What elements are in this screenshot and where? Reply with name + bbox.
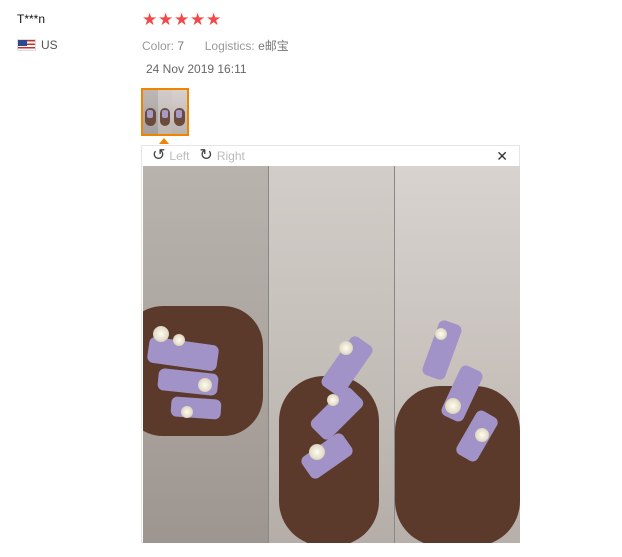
star-icon: ★ <box>206 10 222 29</box>
country-label: US <box>41 38 58 52</box>
rotate-left-button[interactable]: ↺ Left <box>152 148 189 164</box>
color-value: 7 <box>177 39 185 53</box>
logistics-label: Logistics: <box>204 39 255 53</box>
reviewer-country: US <box>17 38 58 52</box>
photo-panel-left <box>143 166 269 543</box>
review-photo <box>143 166 520 543</box>
photo-panel-middle <box>269 166 395 543</box>
photo-viewer: ↺ Left ↻ Right ✕ <box>141 145 520 543</box>
thumbnail-pointer <box>159 138 169 144</box>
close-icon[interactable]: ✕ <box>496 148 508 164</box>
rotate-left-label: Left <box>169 149 190 163</box>
logistics-value: e邮宝 <box>258 39 289 53</box>
star-icon: ★ <box>174 10 190 29</box>
order-attributes: Color: 7 Logistics: e邮宝 <box>142 37 289 54</box>
star-rating: ★ ★ ★ ★ ★ <box>142 10 221 29</box>
reviewer-name: T***n <box>17 12 46 26</box>
review-date: 24 Nov 2019 16:11 <box>146 62 247 76</box>
color-label: Color: <box>142 39 175 53</box>
rotate-right-icon: ↻ <box>199 147 213 164</box>
photo-panel-right <box>395 166 520 543</box>
rotate-left-icon: ↺ <box>152 147 166 164</box>
star-icon: ★ <box>158 10 174 29</box>
review-photo-thumbnail[interactable] <box>141 88 189 136</box>
star-icon: ★ <box>190 10 206 29</box>
star-icon: ★ <box>142 10 158 29</box>
rotate-right-label: Right <box>216 149 245 163</box>
us-flag-icon <box>17 39 36 51</box>
rotate-right-button[interactable]: ↻ Right <box>199 148 244 164</box>
viewer-toolbar: ↺ Left ↻ Right ✕ <box>142 146 519 166</box>
